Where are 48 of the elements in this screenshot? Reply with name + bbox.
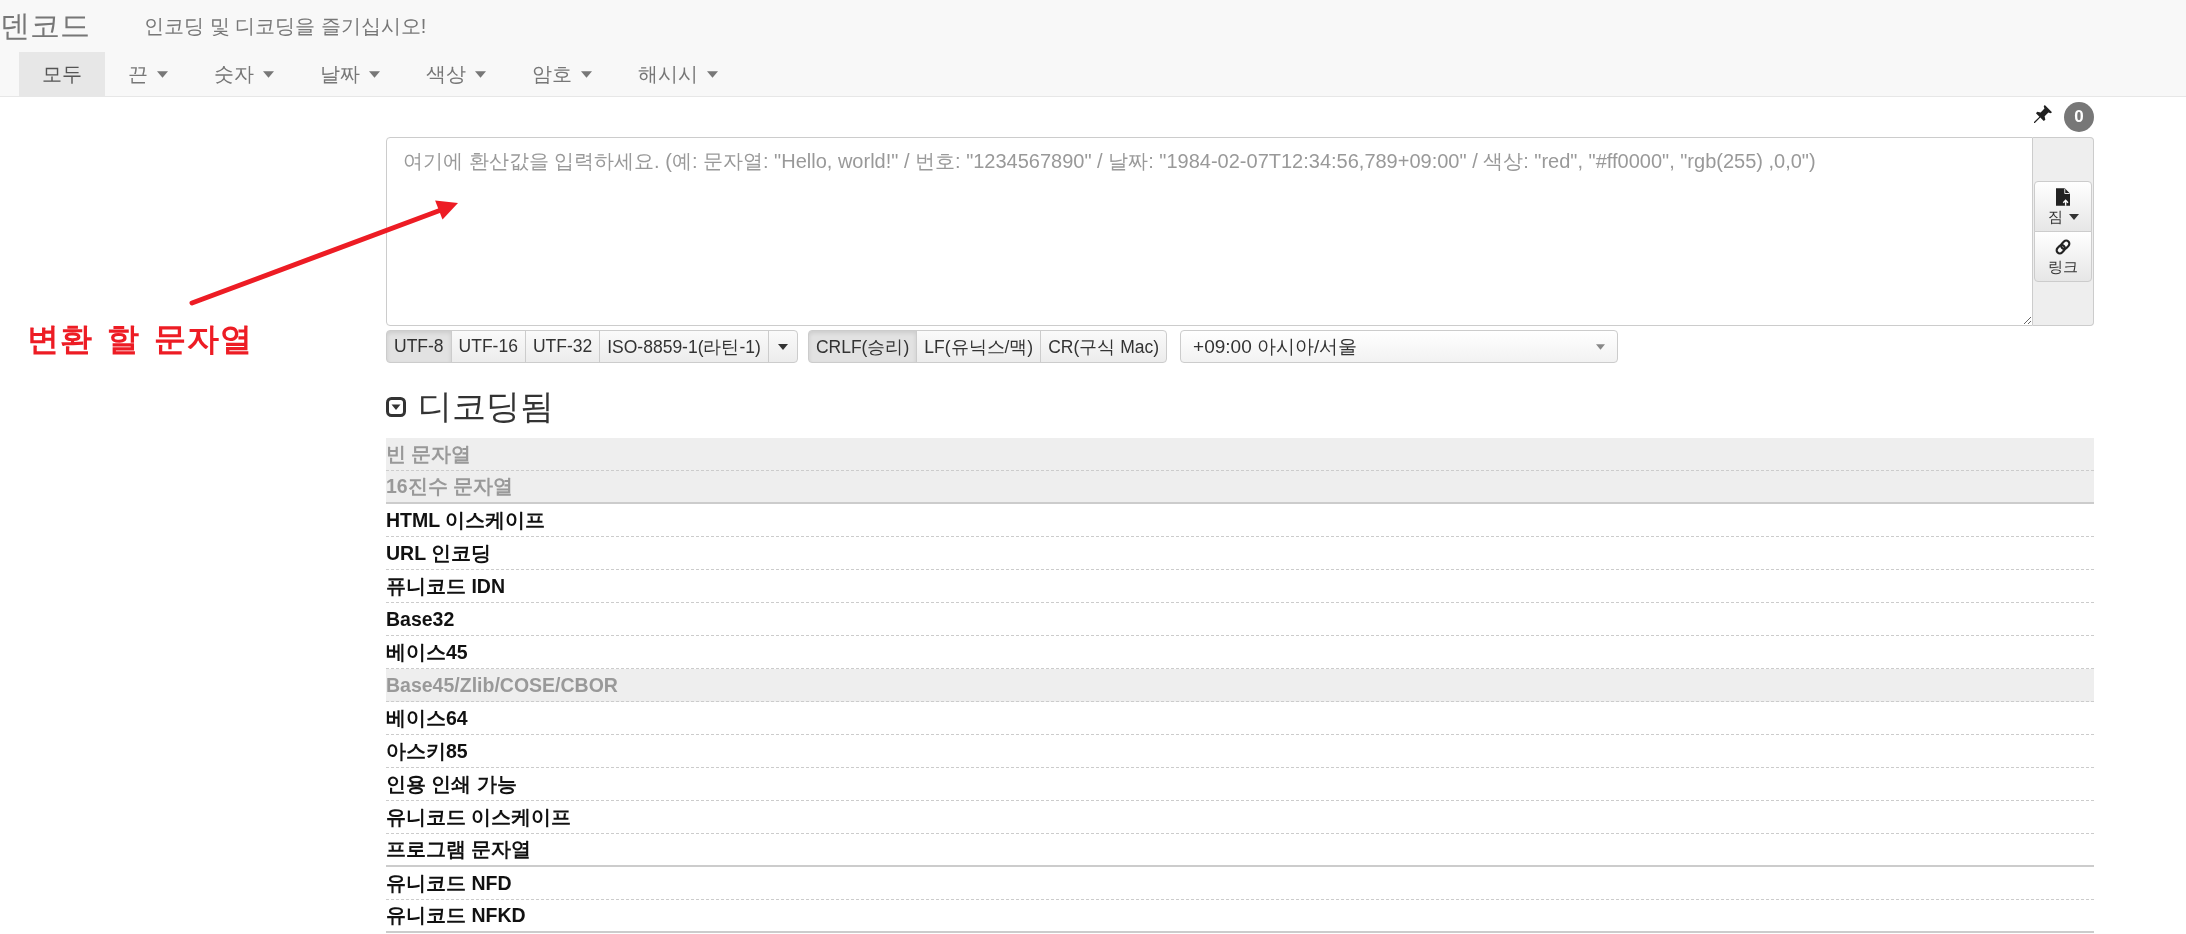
encoding-button[interactable]: UTF-16 [450,330,526,363]
caret-icon [707,70,718,78]
newline-button[interactable]: CR(구식 Mac) [1040,330,1168,363]
tool-button[interactable]: 링크 [2034,231,2092,282]
count-badge: 0 [2064,102,2094,132]
format-item[interactable]: 아스키85 [386,735,2094,768]
nav-tab[interactable]: 암호 [509,52,615,96]
format-item[interactable]: HTML 이스케이프 [386,504,2094,537]
link-icon [2054,238,2072,256]
caret-icon [581,70,592,78]
caret-icon [2068,213,2079,220]
nav-tab[interactable]: 숫자 [191,52,297,96]
tagline: 인코딩 및 디코딩을 즐기십시오! [144,13,427,39]
collapse-icon[interactable] [386,397,406,417]
section-title: 디코딩됨 [418,386,554,427]
format-item[interactable]: 베이스64 [386,702,2094,735]
timezone-select[interactable]: +09:00 아시아/서울 [1180,330,1619,363]
format-item[interactable]: 인용 인쇄 가능 [386,768,2094,801]
encoding-dropdown-button[interactable] [767,330,798,363]
nav-tab[interactable]: 날짜 [297,52,403,96]
format-item[interactable]: 프로그램 문자열 [386,834,2094,867]
brand-link[interactable]: 덴코드 [0,5,90,47]
newline-button[interactable]: CRLF(승리) [807,330,918,363]
format-item[interactable]: 유니코드 NFKD [386,900,2094,933]
annotation-label: 변환 할 문자열 [27,320,253,359]
tool-button[interactable]: 짐 [2034,181,2092,232]
nav-tab[interactable]: 끈 [105,52,191,96]
format-item[interactable]: 유니코드 이스케이프 [386,801,2094,834]
format-item[interactable]: Base32 [386,603,2094,636]
format-item[interactable]: 퓨니코드 IDN [386,570,2094,603]
nav-tab[interactable]: 모두 [19,52,105,96]
caret-icon [263,70,274,78]
format-item[interactable]: 유니코드 NFD [386,867,2094,900]
newline-button[interactable]: LF(유닉스/맥) [916,330,1042,363]
input-field[interactable]: 여기에 환산값을 입력하세요. (예: 문자열: "Hello, world!" / 번호: "1234567890" / 날짜: "1984-02-07T12:34:56,789+09:00" / 색상: "red", "#ff0000", "rgb(255) ,0,0") [386,137,2033,326]
nav-tab[interactable]: 해시시 [615,52,741,96]
caret-icon [1596,343,1606,350]
caret-icon [475,70,486,78]
caret-icon [369,70,380,78]
encoding-button[interactable]: UTF-8 [386,330,452,363]
encoding-button[interactable]: UTF-32 [524,330,601,363]
pin-icon[interactable] [2034,105,2052,123]
file-upload-icon [2056,188,2070,206]
encoding-button[interactable]: ISO-8859-1(라틴-1) [599,330,769,363]
caret-icon [157,70,168,78]
nav-tab[interactable]: 색상 [403,52,509,96]
caret-icon [777,343,788,350]
format-item[interactable]: URL 인코딩 [386,537,2094,570]
